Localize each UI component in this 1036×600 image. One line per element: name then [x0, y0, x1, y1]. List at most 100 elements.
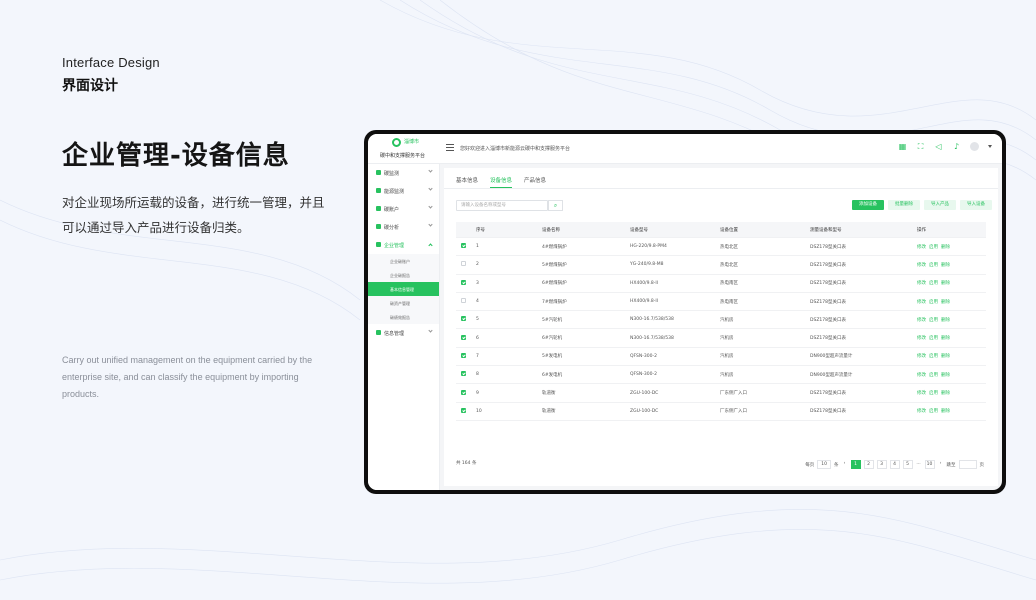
row-checkbox[interactable]: [461, 279, 466, 285]
sidebar-item-info[interactable]: 信息管理: [368, 324, 439, 342]
sidebar-subitem-active[interactable]: 基本信息管理: [368, 282, 439, 296]
row-checkbox[interactable]: [461, 407, 466, 413]
table-row: 3 6#燃煤锅炉 HX400/9.8-II 热电南区 DSZ178型关口表 修改 启用 删除: [456, 275, 986, 293]
chevron-right-icon[interactable]: ›: [937, 460, 944, 469]
chevron-left-icon[interactable]: ‹: [841, 460, 848, 469]
row-checkbox[interactable]: [461, 243, 466, 249]
enterprise-icon: [376, 242, 381, 247]
delete-link[interactable]: 删除: [941, 391, 950, 396]
table-row: 5 5#汽轮机 N300-16.7/538/538 汽机房 DSZ178型关口表 修改 启用…: [456, 311, 986, 330]
delete-link[interactable]: 删除: [941, 300, 950, 305]
row-checkbox[interactable]: [461, 334, 466, 340]
row-checkbox[interactable]: [461, 371, 466, 377]
tab-device-info[interactable]: 设备信息: [490, 176, 513, 188]
enable-link[interactable]: 启用: [929, 318, 938, 323]
sidebar-item-carbon-account[interactable]: 碳账户: [368, 200, 439, 218]
enable-link[interactable]: 启用: [929, 354, 938, 359]
menu-toggle-icon[interactable]: [446, 144, 454, 151]
delete-link[interactable]: 删除: [941, 354, 950, 359]
sidebar-subitem[interactable]: 碳资产管理: [368, 296, 439, 310]
edit-link[interactable]: 修改: [917, 245, 926, 250]
cell-name: 5#发电机: [542, 354, 563, 360]
delete-link[interactable]: 删除: [941, 245, 950, 250]
delete-link[interactable]: 删除: [941, 281, 950, 286]
fullscreen-icon[interactable]: ⛶: [916, 142, 925, 151]
edit-link[interactable]: 修改: [917, 336, 926, 341]
row-checkbox[interactable]: [461, 298, 466, 304]
edit-link[interactable]: 修改: [917, 263, 926, 268]
tab-basic-info[interactable]: 基本信息: [456, 176, 478, 188]
per-page-select[interactable]: 10: [817, 460, 831, 469]
top-bar: 淄博市 碳中和支撑服务平台 您好欢迎进入淄博市新能源云碳中和支撑服务平台 ▦ ⛶…: [368, 134, 1002, 164]
enable-link[interactable]: 启用: [929, 263, 938, 268]
page-button[interactable]: 4: [889, 460, 900, 469]
enable-link[interactable]: 启用: [929, 373, 938, 378]
goto-label: 跳至: [946, 462, 956, 468]
cell-name: 7#燃煤锅炉: [542, 299, 567, 305]
edit-link[interactable]: 修改: [917, 373, 926, 378]
import-product-button[interactable]: 导入产品: [924, 200, 956, 210]
import-device-button[interactable]: 导入设备: [960, 200, 992, 210]
search-icon[interactable]: ⌕: [548, 200, 563, 211]
delete-link[interactable]: 删除: [941, 318, 950, 323]
enable-link[interactable]: 启用: [929, 336, 938, 341]
cell-no: 6: [476, 335, 479, 341]
delete-link[interactable]: 删除: [941, 373, 950, 378]
enable-link[interactable]: 启用: [929, 281, 938, 286]
delete-link[interactable]: 删除: [941, 336, 950, 341]
cell-location: 厂东侧广入口: [720, 391, 747, 397]
cell-meter: DSZ178型关口表: [810, 281, 846, 287]
grid-icon[interactable]: ▦: [898, 142, 907, 151]
sidebar-item-carbon-analysis[interactable]: 碳分析: [368, 218, 439, 236]
page-button[interactable]: 3: [876, 460, 887, 469]
goto-input[interactable]: [958, 460, 977, 469]
row-checkbox[interactable]: [461, 352, 466, 358]
col-header: 操作: [917, 227, 926, 233]
batch-delete-button[interactable]: 批量删除: [888, 200, 920, 210]
sidebar-subitem[interactable]: 企业碳报告: [368, 268, 439, 282]
table-row: 9 轨道衡 ZGU-100-DC 厂东侧广入口 DSZ178型关口表 修改 启用 删除: [456, 384, 986, 403]
delete-link[interactable]: 删除: [941, 409, 950, 414]
sidebar-subitem[interactable]: 碳绩效报告: [368, 310, 439, 324]
sidebar-item-carbon-monitor[interactable]: 碳监测: [368, 164, 439, 182]
cell-no: 1: [476, 244, 479, 250]
edit-link[interactable]: 修改: [917, 391, 926, 396]
sidebar-item-enterprise[interactable]: 企业管理: [368, 236, 439, 254]
edit-link[interactable]: 修改: [917, 354, 926, 359]
add-device-button[interactable]: 添加设备: [852, 200, 884, 210]
delete-link[interactable]: 删除: [941, 263, 950, 268]
platform-name: 碳中和支撑服务平台: [380, 153, 426, 159]
search-input[interactable]: 请输入设备名称或型号: [456, 200, 548, 211]
enable-link[interactable]: 启用: [929, 409, 938, 414]
page-button[interactable]: 1: [850, 460, 861, 469]
row-checkbox[interactable]: [461, 389, 466, 395]
cell-model: YG-240/9.8-M8: [630, 262, 664, 268]
bell-icon[interactable]: ♪: [952, 142, 961, 151]
chevron-down-icon[interactable]: [988, 145, 992, 148]
row-checkbox[interactable]: [461, 316, 466, 322]
enable-link[interactable]: 启用: [929, 300, 938, 305]
speaker-icon[interactable]: ◁: [934, 142, 943, 151]
edit-link[interactable]: 修改: [917, 318, 926, 323]
cell-model: N300-16.7/538/538: [630, 335, 674, 341]
avatar[interactable]: [970, 142, 979, 151]
sidebar-subitem[interactable]: 企业碳账户: [368, 254, 439, 268]
tab-product-info[interactable]: 产品信息: [524, 176, 546, 188]
tab-divider: [444, 188, 998, 189]
page-button[interactable]: 2: [863, 460, 874, 469]
main-content: 基本信息 设备信息 产品信息 请输入设备名称或型号 ⌕ 添加设备 批量删除 导入…: [444, 168, 998, 486]
page-button[interactable]: 5: [902, 460, 913, 469]
logo[interactable]: 淄博市 碳中和支撑服务平台: [368, 134, 442, 164]
sidebar-item-energy-monitor[interactable]: 能源监测: [368, 182, 439, 200]
cell-model: QFSN-300-2: [630, 372, 657, 378]
cell-no: 10: [476, 408, 482, 414]
edit-link[interactable]: 修改: [917, 300, 926, 305]
row-checkbox[interactable]: [461, 261, 466, 267]
hero-description: 对企业现场所运载的设备，进行统一管理，并且可以通过导入产品进行设备归类。: [62, 195, 325, 235]
edit-link[interactable]: 修改: [917, 281, 926, 286]
edit-link[interactable]: 修改: [917, 409, 926, 414]
chevron-down-icon: [428, 328, 433, 333]
enable-link[interactable]: 启用: [929, 245, 938, 250]
page-button[interactable]: 10: [924, 460, 935, 469]
enable-link[interactable]: 启用: [929, 391, 938, 396]
